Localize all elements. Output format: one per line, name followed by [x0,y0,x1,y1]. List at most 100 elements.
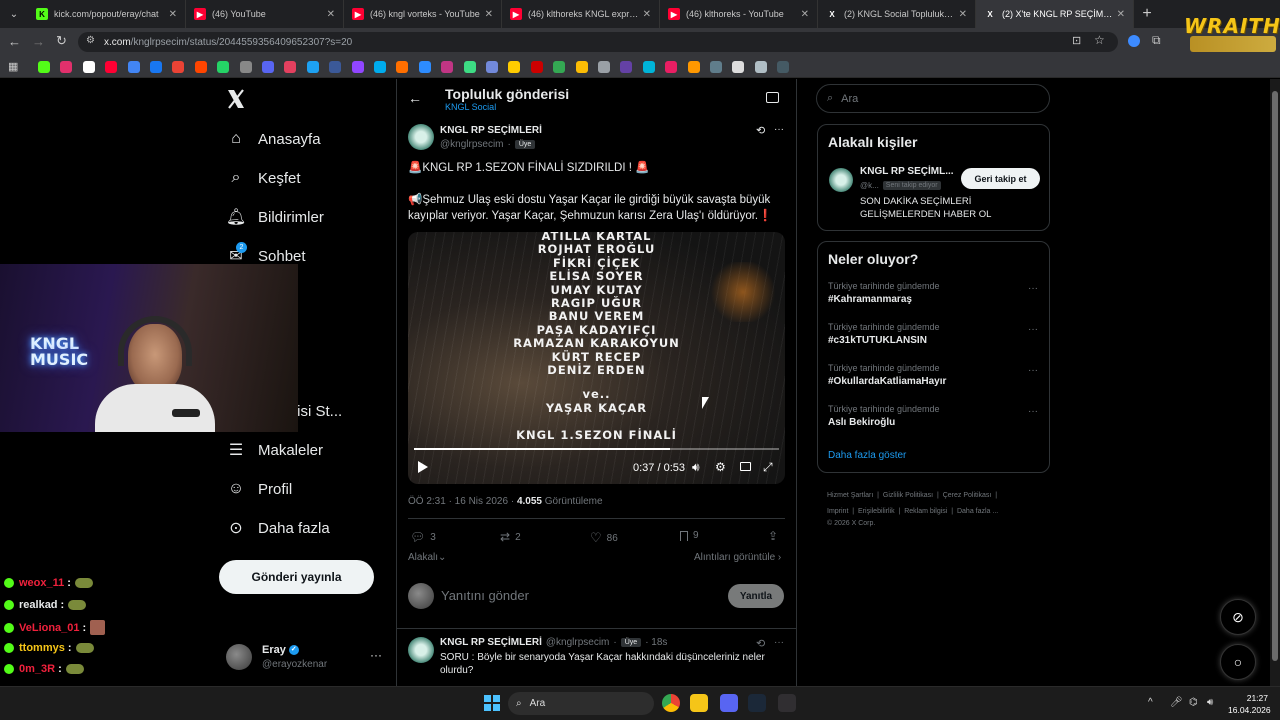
back-arrow-icon[interactable]: ← [408,90,422,106]
trend-item[interactable]: Türkiye tarihinde gündemde #c31kTUTUKLANS… [828,322,1038,346]
bookmark-icon[interactable] [463,61,476,73]
bookmark-icon[interactable] [642,61,655,73]
reload-icon[interactable]: ↻ [56,33,67,49]
person-avatar[interactable] [829,168,853,192]
account-switcher[interactable]: Eray ✓ @erayozkenar ··· [226,642,386,676]
bookmark-star-icon[interactable]: ☆ [1094,33,1105,47]
reply-post[interactable]: KNGL RP SEÇİMLERİ @knglrpsecim · Üye · 18s ⟲… [397,629,796,686]
bookmark-icon[interactable] [620,61,633,73]
bookmark-icon[interactable] [598,61,610,73]
bookmark-icon[interactable] [329,61,342,73]
play-icon[interactable] [418,461,428,473]
bookmark-icon[interactable] [754,61,767,73]
bookmark-icon[interactable] [665,61,678,73]
browser-tab[interactable]: ▶ (46) YouTube ✕ [186,0,344,28]
bookmark-icon[interactable] [194,61,207,73]
bookmark-icon[interactable] [306,61,319,73]
reply-action[interactable]: 💬︎ 3 [410,530,436,544]
grok-icon[interactable]: ⟲ [756,124,765,137]
grok-float-button[interactable]: ⊘ [1220,599,1256,635]
reply-button[interactable]: Yanıtla [728,584,784,608]
sidebar-item[interactable]: 🔔︎ Bildirimler [226,204,324,230]
pip-icon[interactable] [740,462,751,471]
footer-link[interactable]: Imprint [827,508,848,515]
settings-icon[interactable]: ⚙ [715,460,726,474]
bookmark-icon[interactable] [82,61,95,73]
post-author-name[interactable]: KNGL RP SEÇİMLERİ [440,125,542,136]
volume-icon[interactable]: 🔊︎ [692,460,700,475]
bookmark-icon[interactable] [60,61,73,73]
bookmark-icon[interactable] [396,61,409,73]
bookmark-icon[interactable] [105,61,118,73]
browser-tab[interactable]: X (2) KNGL Social Topluluk / X ✕ [818,0,976,28]
video-player[interactable]: ATİLLA KARTAL ROJHAT EROĞLU FİKRİ ÇİÇEK ELİ… [408,232,785,484]
bookmark-icon[interactable] [172,61,185,73]
forward-icon[interactable]: → [32,34,45,49]
browser-tab[interactable]: ▶ (46) klthoreks - YouTube ✕ [660,0,818,28]
sidebar-item[interactable]: ☰ Makaleler [226,437,323,463]
bookmark-icon[interactable] [777,61,790,73]
close-icon[interactable]: ✕ [643,9,651,20]
bookmark-icon[interactable] [150,61,162,73]
scrollbar-thumb[interactable] [1272,91,1278,661]
network-icon[interactable]: ⌬ [1189,697,1198,708]
bookmark-icon[interactable] [239,61,252,73]
messages-float-button[interactable]: ○ [1220,644,1256,680]
close-icon[interactable]: ✕ [959,9,967,20]
browser-tab[interactable]: X (2) X'te KNGL RP SEÇİMLERİ ✕ [976,0,1134,28]
page-subtitle[interactable]: KNGL Social [445,102,496,112]
trend-item[interactable]: Türkiye tarihinde gündemde #Kahramanmaraş… [828,281,1038,305]
bookmark-icon[interactable] [508,61,521,73]
url-field[interactable]: ⚙ x.com/knglrpsecim/status/2044559356409… [78,32,1118,52]
bookmark-icon[interactable] [351,61,364,73]
bookmark-icon[interactable] [553,61,566,73]
reply-grok-icon[interactable]: ⟲ [756,637,765,650]
close-icon[interactable]: ✕ [327,9,335,20]
steam-icon[interactable] [748,694,766,712]
account-more-icon[interactable]: ··· [370,648,382,662]
sidebar-item[interactable]: ⌕ Keşfet [226,165,301,191]
volume-tray-icon[interactable]: 🔊︎ [1207,697,1213,708]
bookmark-icon[interactable] [262,61,274,73]
footer-link[interactable]: Gizlilik Politikası [883,492,933,499]
reader-icon[interactable] [766,92,779,103]
site-info-icon[interactable]: ⚙ [86,35,95,46]
discord-icon[interactable] [720,694,738,712]
reply-more-icon[interactable]: ··· [774,637,784,648]
trend-more-icon[interactable]: ··· [1028,406,1038,417]
search-box[interactable]: ⌕ Ara [816,84,1050,113]
reply-input[interactable]: Yanıtını gönder [441,588,529,603]
bookmark-icon[interactable] [127,61,140,73]
chat-username[interactable]: weox_11 [19,577,64,589]
fullscreen-icon[interactable]: ⤢ [763,460,773,475]
start-button[interactable] [484,695,500,711]
tray-chevron-icon[interactable]: ^ [1148,697,1153,708]
post-button[interactable]: Gönderi yayınla [219,560,374,594]
close-icon[interactable]: ✕ [801,9,809,20]
trend-item[interactable]: Türkiye tarihinde gündemde #OkullardaKatl… [828,363,1038,387]
repost-action[interactable]: ⇄ 2 [500,530,521,544]
footer-link[interactable]: Reklam bilgisi [904,508,947,515]
bookmark-icon[interactable] [710,61,722,73]
search-input[interactable]: Ara [841,93,858,105]
trend-more-icon[interactable]: ··· [1028,365,1038,376]
tab-search-button[interactable]: ⌄ [0,0,28,28]
footer-link[interactable]: Hizmet Şartları [827,492,873,499]
post-avatar[interactable] [408,124,434,150]
view-quotes-link[interactable]: Alıntıları görüntüle › [694,552,781,563]
chrome-icon[interactable] [662,694,680,712]
footer-link[interactable]: Daha fazla ... [957,508,998,515]
footer-link[interactable]: Erişilebilirlik [858,508,895,515]
close-icon[interactable]: ✕ [485,9,493,20]
close-icon[interactable]: ✕ [169,9,177,20]
trend-item[interactable]: Türkiye tarihinde gündemde Aslı Bekiroğlu… [828,404,1038,428]
mic-tray-icon[interactable]: 🎤︎ [1170,697,1183,708]
close-icon[interactable]: ✕ [1117,9,1125,20]
file-explorer-icon[interactable] [690,694,708,712]
bookmark-icon[interactable] [38,61,50,73]
share-icon[interactable]: ⇪ [768,529,778,543]
sidebar-item[interactable]: ⊙ Daha fazla [226,515,329,541]
bookmark-icon[interactable] [217,61,230,73]
bookmark-icon[interactable] [530,61,543,73]
follow-back-button[interactable]: Geri takip et [961,168,1040,189]
